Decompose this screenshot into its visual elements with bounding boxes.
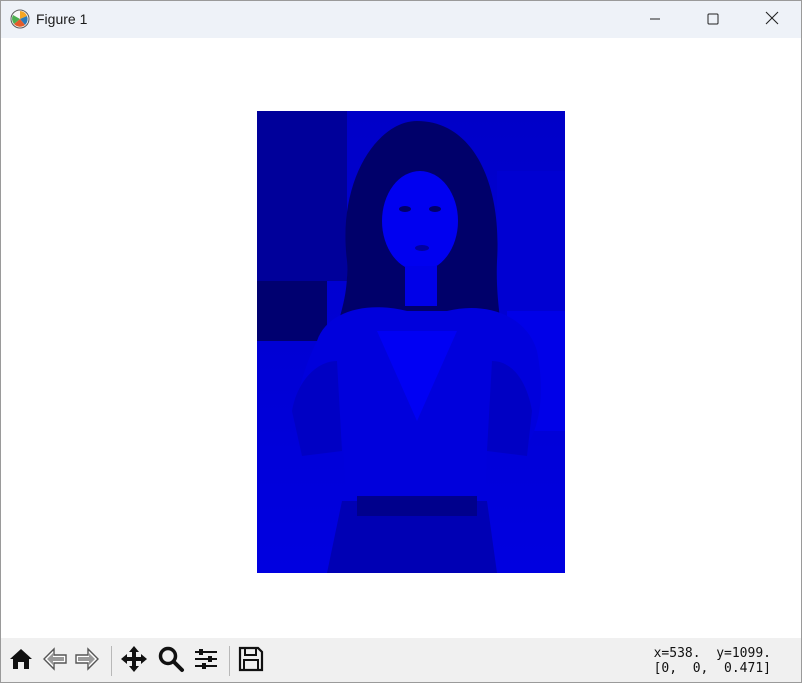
pan-button[interactable] <box>118 645 150 677</box>
forward-icon <box>73 645 101 677</box>
figure-canvas[interactable] <box>1 38 801 638</box>
pan-icon <box>119 644 149 678</box>
back-button[interactable] <box>39 645 71 677</box>
matplotlib-icon <box>10 9 30 29</box>
displayed-image <box>257 111 565 573</box>
configure-subplots-icon <box>192 645 220 677</box>
toolbar-separator <box>111 646 112 676</box>
maximize-icon <box>707 10 719 29</box>
zoom-icon <box>157 645 185 677</box>
maximize-button[interactable] <box>684 1 742 38</box>
close-button[interactable] <box>743 1 801 38</box>
minimize-button[interactable] <box>626 1 684 38</box>
pixel-value: [0, 0, 0.471] <box>653 661 771 676</box>
save-icon <box>237 645 265 677</box>
close-icon <box>765 10 779 29</box>
save-button[interactable] <box>235 645 267 677</box>
zoom-button[interactable] <box>155 645 187 677</box>
home-button[interactable] <box>5 645 37 677</box>
configure-subplots-button[interactable] <box>190 645 222 677</box>
window-title: Figure 1 <box>36 11 88 27</box>
title-bar[interactable]: Figure 1 <box>1 1 801 38</box>
navigation-toolbar: x=538. y=1099. [0, 0, 0.471] <box>1 638 801 682</box>
toolbar-separator <box>229 646 230 676</box>
home-icon <box>7 645 35 677</box>
back-icon <box>41 645 69 677</box>
cursor-coordinates: x=538. y=1099. [0, 0, 0.471] <box>654 646 771 676</box>
coordinate-xy: x=538. y=1099. <box>653 646 771 661</box>
forward-button[interactable] <box>71 645 103 677</box>
minimize-icon <box>649 10 661 29</box>
figure-window: Figure 1 x=538. y=1099. [0, 0, 0.471] <box>0 0 802 683</box>
